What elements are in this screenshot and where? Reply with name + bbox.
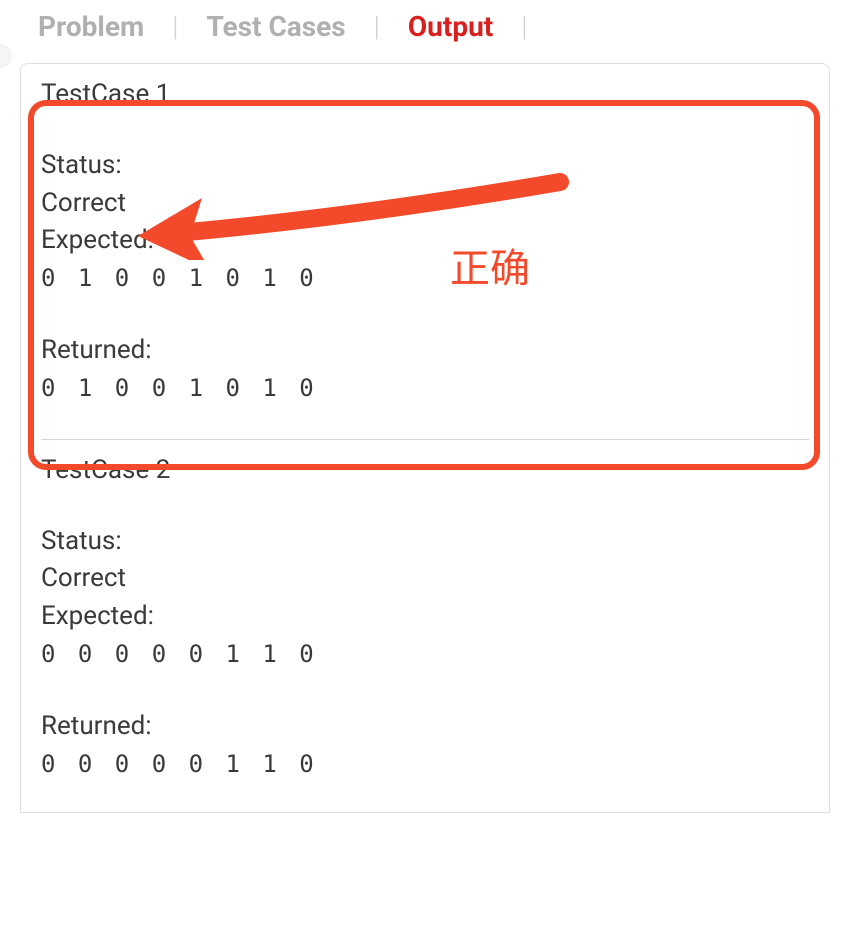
expected-value: 0 0 0 0 0 1 1 0 (41, 636, 809, 672)
output-panel: TestCase 1 Status: Correct Expected: 0 1… (20, 63, 830, 813)
returned-value: 0 1 0 0 1 0 1 0 (41, 370, 809, 406)
testcase-title: TestCase 1 (41, 79, 809, 109)
tab-testcases[interactable]: Test Cases (198, 10, 353, 43)
tab-divider: | (354, 10, 400, 43)
status-label: Status: (41, 523, 809, 561)
returned-label: Returned: (41, 332, 809, 370)
expected-value: 0 1 0 0 1 0 1 0 (41, 260, 809, 296)
returned-label: Returned: (41, 708, 809, 746)
tab-divider: | (501, 10, 547, 43)
testcase-title: TestCase 2 (41, 455, 809, 485)
expected-label: Expected: (41, 598, 809, 636)
tab-output[interactable]: Output (400, 10, 501, 43)
tab-divider: | (152, 10, 198, 43)
testcase-2: TestCase 2 Status: Correct Expected: 0 0… (41, 439, 809, 810)
expected-label: Expected: (41, 222, 809, 260)
testcase-1: TestCase 1 Status: Correct Expected: 0 1… (41, 79, 809, 434)
returned-value: 0 0 0 0 0 1 1 0 (41, 746, 809, 782)
tab-bar: Problem | Test Cases | Output | (0, 0, 850, 63)
status-label: Status: (41, 147, 809, 185)
tab-problem[interactable]: Problem (30, 10, 152, 43)
status-value: Correct (41, 560, 809, 598)
status-value: Correct (41, 185, 809, 223)
